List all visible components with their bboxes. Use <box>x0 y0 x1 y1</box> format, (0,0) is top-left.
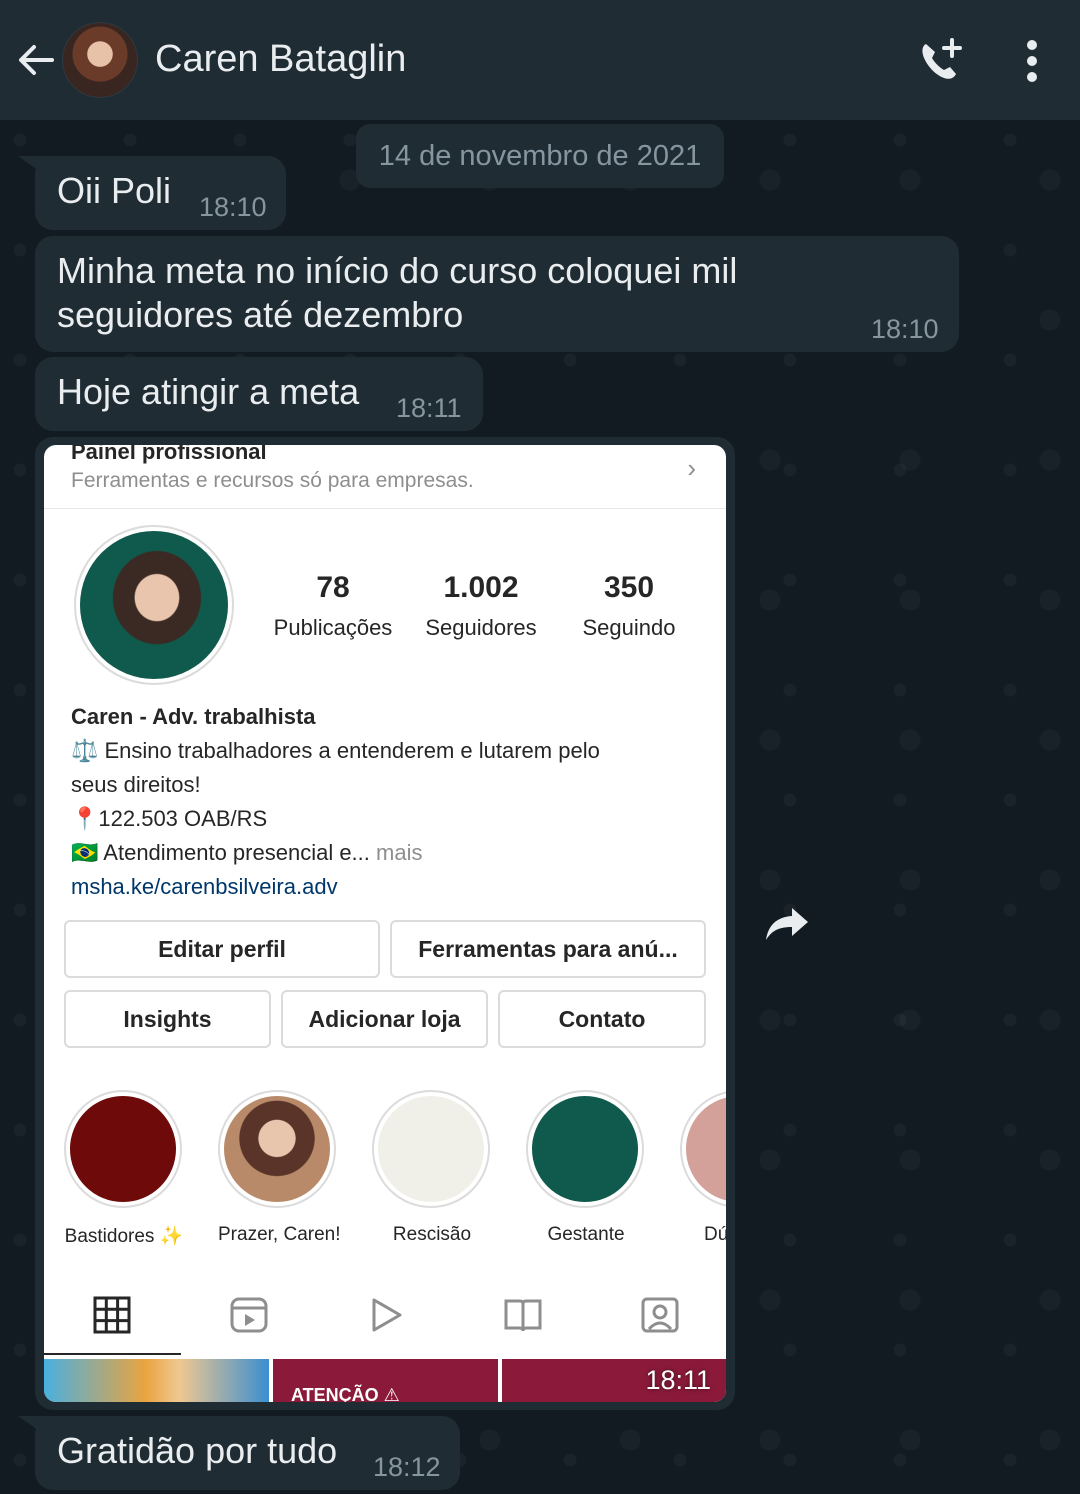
message-bubble[interactable]: Gratidão por tudo 18:12 <box>35 1416 460 1490</box>
message-time: 18:12 <box>373 1452 441 1482</box>
stat-label: Seguidores <box>425 615 537 640</box>
bio-text: 🇧🇷 Atendimento presencial e... <box>71 840 370 865</box>
date-separator: 14 de novembro de 2021 <box>356 124 724 188</box>
grid-icon <box>93 1296 131 1334</box>
highlight-label: Dú <box>704 1224 726 1245</box>
stat-value: 350 <box>603 571 655 604</box>
highlight-label: Rescisão <box>392 1224 472 1245</box>
story-highlight: Prazer, Caren! <box>218 1090 341 1246</box>
message-bubble[interactable]: Hoje atingir a meta 18:11 <box>35 357 483 431</box>
highlight-label: Bastidores ✨ <box>64 1226 184 1247</box>
more-options-icon[interactable] <box>1018 38 1046 84</box>
bio-more-link: mais <box>369 840 423 865</box>
message-time: 18:10 <box>199 192 267 222</box>
bio-line: ⚖️ Ensino trabalhadores a entenderem e l… <box>71 738 600 763</box>
add-shop-button: Adicionar loja <box>281 990 488 1048</box>
profile-bio: Caren - Adv. trabalhista ⚖️ Ensino traba… <box>71 700 701 904</box>
stat-value: 78 <box>316 571 350 604</box>
message-text: Oii Poli <box>57 170 172 211</box>
message-time: 18:11 <box>645 1365 711 1395</box>
video-icon <box>372 1298 402 1332</box>
message-text-line-1: Minha meta no início do curso coloquei m… <box>57 250 738 291</box>
contact-avatar[interactable] <box>62 22 138 98</box>
pro-panel-subtitle: Ferramentas e recursos só para empresas. <box>71 469 474 492</box>
stat-label: Publicações <box>273 615 393 640</box>
edit-profile-button: Editar perfil <box>64 920 380 978</box>
story-highlight: Rescisão <box>372 1090 492 1246</box>
message-bubble[interactable]: Minha meta no início do curso coloquei m… <box>35 236 959 352</box>
image-message[interactable]: Painel profissional Ferramentas e recurs… <box>35 437 735 1410</box>
message-time: 18:11 <box>396 393 462 423</box>
story-highlight: Dú <box>680 1090 726 1246</box>
message-time: 18:10 <box>871 314 939 344</box>
ad-tools-button: Ferramentas para anú... <box>390 920 706 978</box>
add-call-icon[interactable] <box>916 36 966 86</box>
bio-name: Caren - Adv. trabalhista <box>71 704 316 729</box>
guide-icon <box>504 1299 542 1332</box>
message-bubble[interactable]: Oii Poli 18:10 <box>35 156 286 230</box>
chat-header: Caren Bataglin <box>0 0 1080 120</box>
divider <box>44 508 726 509</box>
stat-following: 350 Seguindo <box>554 571 704 641</box>
active-tab-indicator <box>44 1353 181 1355</box>
bio-line: seus direitos! <box>71 772 201 797</box>
highlight-label: Prazer, Caren! <box>218 1224 341 1245</box>
bio-line: 🇧🇷 Atendimento presencial e... mais <box>71 836 701 870</box>
profile-avatar <box>74 525 234 685</box>
story-highlight: Gestante <box>526 1090 646 1246</box>
message-text: Gratidão por tudo <box>57 1430 338 1471</box>
stat-posts: 78 Publicações <box>258 571 408 641</box>
reels-icon <box>230 1297 268 1333</box>
post-thumbnail <box>44 1359 269 1402</box>
instagram-screenshot[interactable]: Painel profissional Ferramentas e recurs… <box>44 445 726 1402</box>
story-highlight: Bastidores ✨ <box>64 1090 184 1248</box>
stat-followers: 1.002 Seguidores <box>406 571 556 641</box>
chevron-right-icon: › <box>687 453 696 483</box>
stat-label: Seguindo <box>582 615 676 640</box>
back-arrow-icon[interactable] <box>14 38 58 82</box>
tagged-icon <box>641 1297 679 1333</box>
forward-icon[interactable] <box>764 904 810 944</box>
highlight-label: Gestante <box>547 1224 625 1245</box>
thumbnail-text: ATENÇÃO ⚠ <box>291 1385 400 1402</box>
message-text: Hoje atingir a meta <box>57 371 360 412</box>
message-text-line-2: seguidores até dezembro <box>57 294 464 335</box>
contact-button: Contato <box>498 990 706 1048</box>
bio-line: 📍122.503 OAB/RS <box>71 806 268 831</box>
bio-link: msha.ke/carenbsilveira.adv <box>71 874 338 899</box>
contact-name[interactable]: Caren Bataglin <box>155 38 406 81</box>
insights-button: Insights <box>64 990 271 1048</box>
stat-value: 1.002 <box>443 571 519 604</box>
pro-panel-title: Painel profissional <box>71 445 267 464</box>
post-thumbnail: ATENÇÃO ⚠ <box>273 1359 498 1402</box>
